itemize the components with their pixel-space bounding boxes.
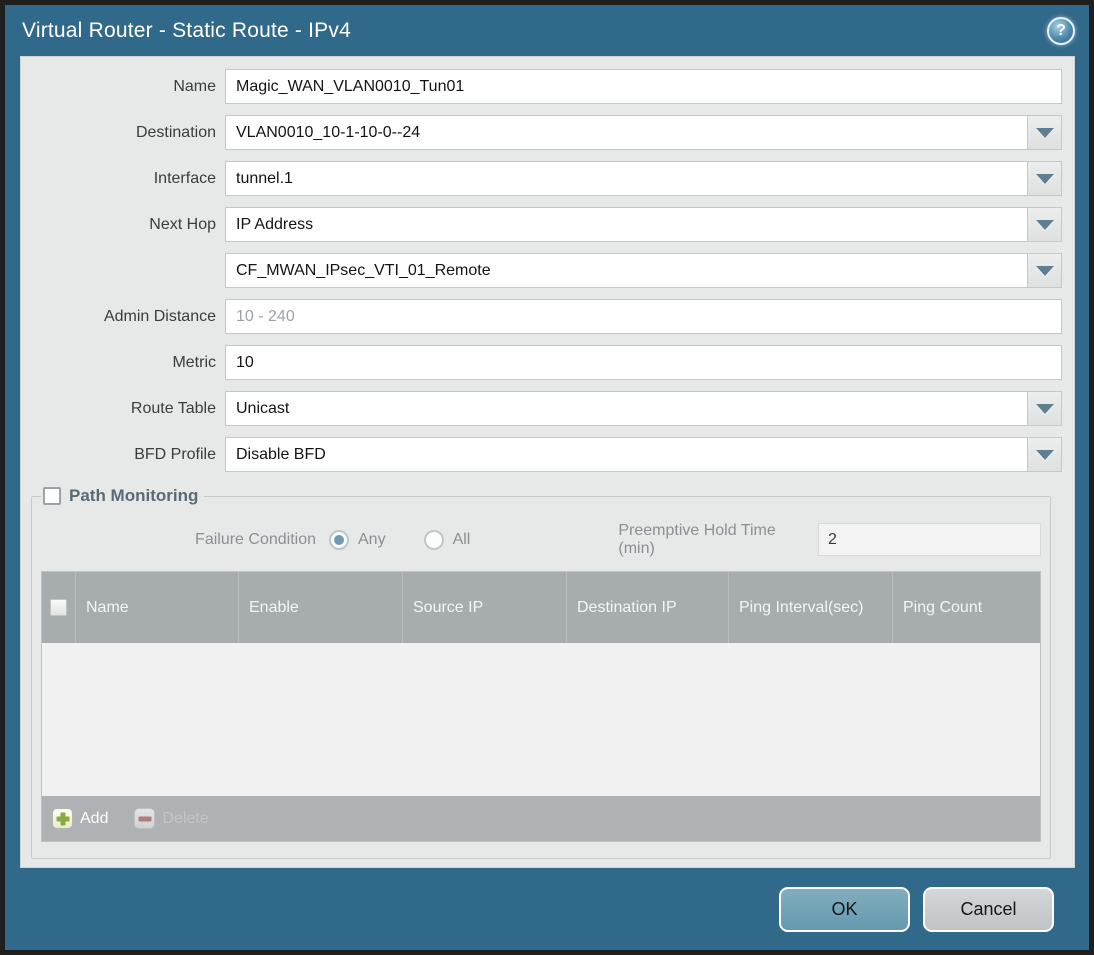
bfd-profile-dropdown-button[interactable] xyxy=(1027,437,1062,472)
name-input[interactable] xyxy=(225,69,1062,104)
column-header-ping-count: Ping Count xyxy=(892,572,1040,643)
ok-button[interactable]: OK xyxy=(779,886,910,932)
failure-condition-all-radio[interactable] xyxy=(423,529,444,550)
preemptive-hold-time-input[interactable] xyxy=(818,523,1041,556)
chevron-down-icon xyxy=(1035,219,1054,230)
form-row-name: Name xyxy=(21,69,1062,104)
chevron-down-icon xyxy=(1035,173,1054,184)
dialog-footer: OK Cancel xyxy=(5,868,1089,950)
form-panel: Name Destination Interface xyxy=(20,56,1075,868)
delete-minus-icon xyxy=(134,808,156,829)
admin-distance-label: Admin Distance xyxy=(103,307,216,325)
next-hop-address-input[interactable] xyxy=(225,253,1028,288)
bfd-profile-input[interactable] xyxy=(225,437,1028,472)
radio-dot xyxy=(429,535,439,545)
chevron-down-icon xyxy=(1035,127,1054,138)
chevron-down-icon xyxy=(1035,403,1054,414)
next-hop-label: Next Hop xyxy=(149,215,216,233)
next-hop-address-dropdown-button[interactable] xyxy=(1027,253,1062,288)
table-header-row: Name Enable Source IP Destination IP Pin… xyxy=(42,572,1040,643)
route-table-input[interactable] xyxy=(225,391,1028,426)
delete-button[interactable]: Delete xyxy=(134,808,209,829)
add-button-label: Add xyxy=(80,809,109,827)
destination-label: Destination xyxy=(135,123,216,141)
chevron-down-icon xyxy=(1035,449,1054,460)
help-icon[interactable]: ? xyxy=(1047,16,1075,45)
path-monitoring-table: Name Enable Source IP Destination IP Pin… xyxy=(41,571,1041,842)
column-header-enable: Enable xyxy=(238,572,402,643)
form-row-metric: Metric xyxy=(21,345,1062,380)
column-header-ping-interval: Ping Interval(sec) xyxy=(728,572,892,643)
interface-dropdown-button[interactable] xyxy=(1027,161,1062,196)
dialog-title: Virtual Router - Static Route - IPv4 xyxy=(22,18,351,42)
interface-label: Interface xyxy=(153,169,216,187)
form-row-next-hop: Next Hop xyxy=(21,207,1062,242)
radio-dot xyxy=(334,534,344,545)
failure-condition-any-radio[interactable] xyxy=(329,529,349,550)
dialog-title-bar: Virtual Router - Static Route - IPv4 ? xyxy=(5,5,1089,56)
select-all-checkbox[interactable] xyxy=(50,599,67,616)
table-toolbar: Add Delete xyxy=(42,796,1040,841)
destination-dropdown-button[interactable] xyxy=(1027,115,1062,150)
static-route-dialog: Virtual Router - Static Route - IPv4 ? N… xyxy=(5,5,1089,950)
column-header-name: Name xyxy=(75,572,238,643)
interface-input[interactable] xyxy=(225,161,1028,196)
cancel-button[interactable]: Cancel xyxy=(923,886,1054,932)
failure-condition-any-label: Any xyxy=(358,530,386,548)
next-hop-type-input[interactable] xyxy=(225,207,1028,242)
failure-condition-label: Failure Condition xyxy=(195,530,316,548)
form-row-interface: Interface xyxy=(21,161,1062,196)
add-button[interactable]: Add xyxy=(52,808,108,829)
form-row-destination: Destination xyxy=(21,115,1062,150)
route-table-label: Route Table xyxy=(130,399,216,417)
path-monitoring-label: Path Monitoring xyxy=(69,486,199,505)
destination-input[interactable] xyxy=(225,115,1028,150)
delete-button-label: Delete xyxy=(162,809,209,827)
chevron-down-icon xyxy=(1035,265,1054,276)
column-header-destination-ip: Destination IP xyxy=(566,572,728,643)
preemptive-hold-time-label: Preemptive Hold Time (min) xyxy=(618,521,776,557)
metric-label: Metric xyxy=(172,353,216,371)
next-hop-dropdown-button[interactable] xyxy=(1027,207,1062,242)
form-row-admin-distance: Admin Distance xyxy=(21,299,1062,334)
form-row-next-hop-address xyxy=(21,253,1062,288)
failure-condition-row: Failure Condition Any All Preemptive Hol… xyxy=(41,522,1041,557)
form-row-bfd-profile: BFD Profile xyxy=(21,437,1062,472)
route-table-dropdown-button[interactable] xyxy=(1027,391,1062,426)
form-row-route-table: Route Table xyxy=(21,391,1062,426)
failure-condition-all-label: All xyxy=(452,530,471,548)
path-monitoring-legend: Path Monitoring xyxy=(41,486,204,506)
table-body-empty xyxy=(42,643,1040,796)
path-monitoring-checkbox[interactable] xyxy=(43,487,61,505)
add-plus-icon xyxy=(52,808,73,829)
admin-distance-input[interactable] xyxy=(225,299,1062,334)
bfd-profile-label: BFD Profile xyxy=(134,445,216,463)
metric-input[interactable] xyxy=(225,345,1062,380)
path-monitoring-section: Path Monitoring Failure Condition Any Al… xyxy=(31,486,1051,859)
table-header-select-all[interactable] xyxy=(42,572,75,643)
name-label: Name xyxy=(173,77,216,95)
column-header-source-ip: Source IP xyxy=(402,572,566,643)
